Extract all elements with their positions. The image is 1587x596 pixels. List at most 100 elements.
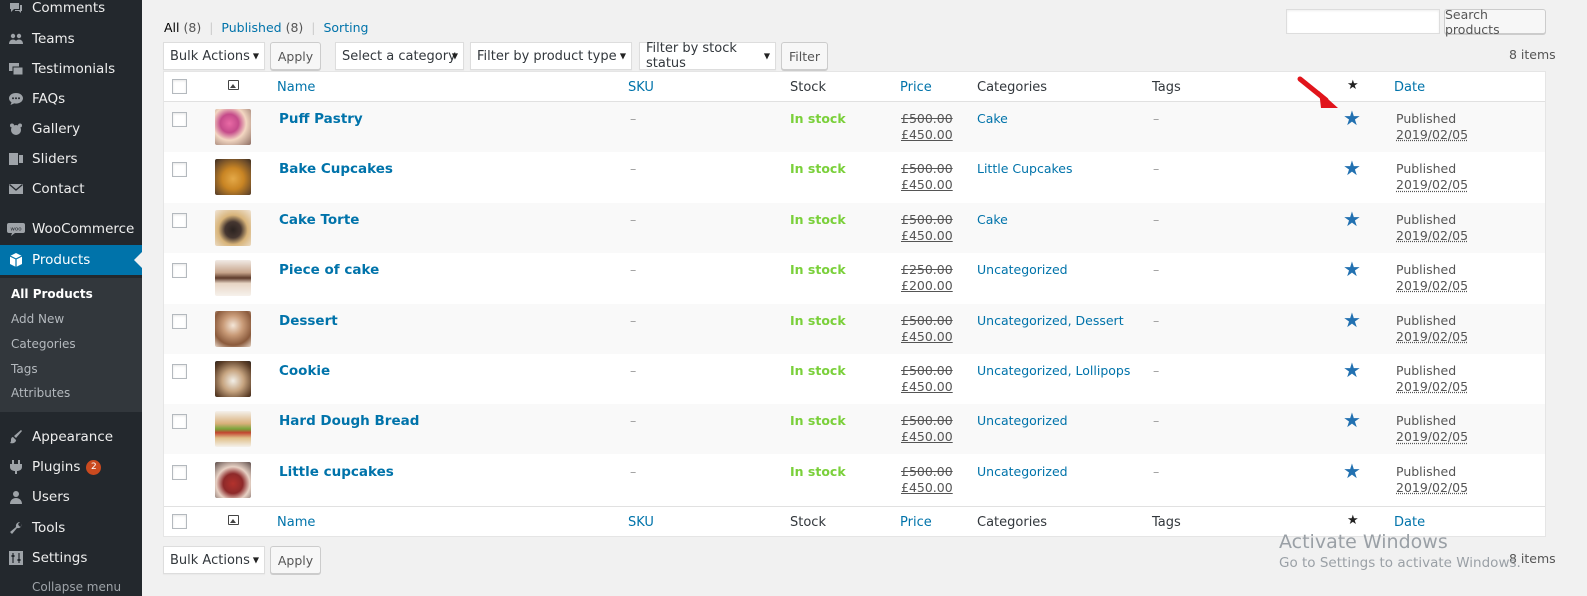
- stock-status-value: Filter by stock status: [646, 41, 737, 71]
- column-price[interactable]: Price: [900, 507, 932, 537]
- appearance-icon: [0, 429, 32, 445]
- row-checkbox[interactable]: [172, 414, 187, 430]
- product-thumbnail[interactable]: [215, 411, 251, 448]
- table-row: Bake Cupcakes – In stock £500.00 £450.00 Litt…: [164, 152, 1545, 202]
- product-name-link[interactable]: Hard Dough Bread: [279, 413, 419, 429]
- product-categories[interactable]: Cake: [977, 212, 1008, 227]
- product-name-link[interactable]: Puff Pastry: [279, 111, 363, 127]
- sale-price: £450.00: [901, 127, 953, 142]
- category-select[interactable]: Select a category ▼: [335, 42, 464, 70]
- featured-star-icon[interactable]: ★: [1347, 513, 1359, 528]
- select-all-checkbox[interactable]: [172, 514, 187, 529]
- product-categories[interactable]: Uncategorized: [977, 413, 1068, 428]
- featured-star-icon[interactable]: ★: [1347, 78, 1359, 93]
- featured-star-icon[interactable]: ★: [1343, 461, 1361, 481]
- product-name-link[interactable]: Cookie: [279, 363, 330, 379]
- sidebar-item-contact[interactable]: Contact: [0, 174, 142, 204]
- row-checkbox[interactable]: [172, 162, 187, 178]
- row-checkbox[interactable]: [172, 263, 187, 279]
- table-row: Little cupcakes – In stock £500.00 £450.00 Un…: [164, 455, 1545, 505]
- select-all-checkbox[interactable]: [172, 79, 187, 94]
- product-categories[interactable]: Uncategorized: [977, 262, 1068, 277]
- product-sku: –: [630, 161, 637, 177]
- product-categories[interactable]: Uncategorized, Lollipops: [977, 363, 1130, 378]
- column-date[interactable]: Date: [1394, 72, 1425, 102]
- featured-star-icon[interactable]: ★: [1343, 310, 1361, 330]
- search-products-button[interactable]: Search products: [1444, 7, 1546, 37]
- column-price[interactable]: Price: [900, 72, 932, 102]
- product-thumbnail[interactable]: [215, 209, 251, 246]
- submenu-tags[interactable]: Tags: [11, 362, 38, 376]
- submenu-categories[interactable]: Categories: [11, 337, 76, 351]
- sidebar-item-tools[interactable]: Tools: [0, 513, 142, 543]
- row-checkbox[interactable]: [172, 112, 187, 127]
- product-thumbnail[interactable]: [215, 361, 251, 397]
- row-checkbox[interactable]: [172, 364, 187, 379]
- collapse-menu-button[interactable]: Collapse menu: [32, 580, 121, 594]
- product-name-link[interactable]: Piece of cake: [279, 262, 379, 278]
- sidebar-item-testimonials[interactable]: Testimonials: [0, 54, 142, 84]
- plugins-update-badge: 2: [86, 459, 102, 475]
- view-published[interactable]: Published: [221, 20, 281, 35]
- sidebar-item-comments[interactable]: Comments: [0, 0, 142, 23]
- row-checkbox[interactable]: [172, 212, 187, 228]
- sidebar-item-gallery[interactable]: Gallery: [0, 114, 142, 144]
- sidebar-item-teams[interactable]: Teams: [0, 24, 142, 54]
- column-name[interactable]: Name: [277, 507, 315, 537]
- submenu-all-products[interactable]: All Products: [11, 287, 93, 301]
- column-sku[interactable]: SKU: [628, 507, 654, 537]
- filter-button[interactable]: Filter: [781, 42, 828, 70]
- product-thumbnail[interactable]: [215, 109, 251, 145]
- product-tags: –: [1153, 161, 1160, 177]
- sidebar-item-label: WooCommerce: [32, 221, 135, 237]
- column-tags: Tags: [1152, 79, 1181, 95]
- product-type-select[interactable]: Filter by product type ▼: [470, 42, 632, 70]
- featured-star-icon[interactable]: ★: [1343, 259, 1361, 279]
- product-name-link[interactable]: Cake Torte: [279, 212, 359, 228]
- product-categories[interactable]: Cake: [977, 111, 1008, 126]
- sidebar-item-sliders[interactable]: Sliders: [0, 144, 142, 174]
- bulk-actions-select-bottom[interactable]: Bulk Actions ▼: [163, 546, 265, 574]
- product-categories[interactable]: Little Cupcakes: [977, 161, 1073, 176]
- view-published-count: (8): [285, 20, 304, 35]
- column-name[interactable]: Name: [277, 72, 315, 102]
- product-name-link[interactable]: Bake Cupcakes: [279, 161, 393, 177]
- column-sku[interactable]: SKU: [628, 72, 654, 102]
- stock-status-select[interactable]: Filter by stock status ▼: [639, 41, 776, 71]
- sidebar-item-products[interactable]: Products: [0, 245, 142, 275]
- product-name-link[interactable]: Dessert: [279, 313, 338, 329]
- product-sku: –: [630, 463, 637, 479]
- view-all[interactable]: All: [164, 20, 180, 35]
- product-categories[interactable]: Uncategorized: [977, 464, 1068, 479]
- featured-star-icon[interactable]: ★: [1343, 158, 1361, 178]
- woocommerce-icon: woo: [0, 222, 32, 236]
- product-categories[interactable]: Uncategorized, Dessert: [977, 313, 1124, 328]
- apply-button[interactable]: Apply: [270, 42, 321, 70]
- search-input[interactable]: [1286, 9, 1440, 34]
- product-thumbnail[interactable]: [215, 260, 251, 297]
- view-all-count: (8): [183, 20, 202, 35]
- submenu-add-new[interactable]: Add New: [11, 312, 64, 326]
- submenu-attributes[interactable]: Attributes: [11, 386, 70, 400]
- sidebar-item-settings[interactable]: Settings: [0, 543, 142, 573]
- sliders-icon: [0, 151, 32, 167]
- row-checkbox[interactable]: [172, 313, 187, 329]
- product-thumbnail[interactable]: [215, 159, 251, 196]
- sidebar-item-users[interactable]: Users: [0, 482, 142, 512]
- featured-star-icon[interactable]: ★: [1343, 410, 1361, 430]
- sidebar-item-woocommerce[interactable]: woo WooCommerce: [0, 214, 142, 244]
- row-checkbox[interactable]: [172, 464, 187, 480]
- sidebar-item-faqs[interactable]: FAQs: [0, 84, 142, 114]
- publish-date: 2019/02/05: [1396, 328, 1469, 344]
- bulk-actions-select[interactable]: Bulk Actions ▼: [163, 42, 265, 70]
- apply-button-bottom[interactable]: Apply: [270, 546, 321, 574]
- featured-star-icon[interactable]: ★: [1343, 209, 1361, 229]
- sidebar-item-appearance[interactable]: Appearance: [0, 422, 142, 452]
- product-thumbnail[interactable]: [215, 461, 251, 498]
- product-name-link[interactable]: Little cupcakes: [279, 464, 394, 480]
- view-sorting[interactable]: Sorting: [323, 20, 368, 35]
- sidebar-item-plugins[interactable]: Plugins 2: [0, 452, 142, 482]
- product-thumbnail[interactable]: [215, 310, 251, 347]
- featured-star-icon[interactable]: ★: [1343, 108, 1361, 128]
- featured-star-icon[interactable]: ★: [1343, 360, 1361, 380]
